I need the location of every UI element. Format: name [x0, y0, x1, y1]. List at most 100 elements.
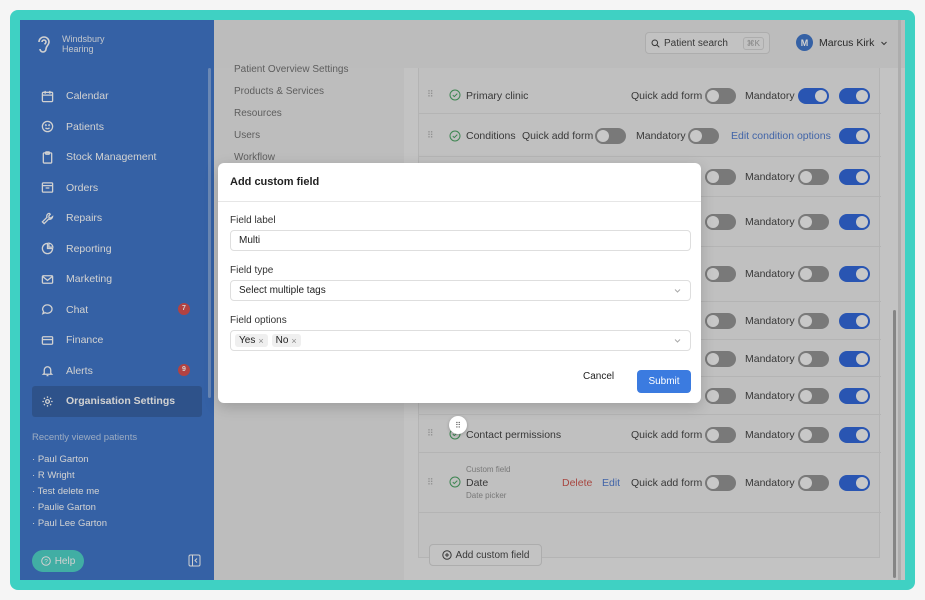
- submit-button[interactable]: Submit: [637, 370, 691, 393]
- help-label: Help: [54, 555, 76, 567]
- quick-add-form-toggle[interactable]: [705, 351, 736, 367]
- plus-circle-icon: [441, 550, 452, 560]
- quick-add-form-toggle[interactable]: [705, 169, 736, 185]
- mandatory-toggle[interactable]: [688, 128, 719, 144]
- enabled-toggle[interactable]: [839, 313, 870, 329]
- recent-patient-link[interactable]: · Test delete me: [32, 484, 107, 500]
- sidebar-item-alerts[interactable]: Alerts 9: [32, 356, 202, 387]
- sidebar-item-stock-management[interactable]: Stock Management: [32, 142, 202, 173]
- mandatory-toggle[interactable]: [798, 351, 829, 367]
- brand-name: Windsbury Hearing: [62, 34, 105, 54]
- mandatory-toggle[interactable]: [798, 427, 829, 443]
- field-name: Date: [466, 477, 489, 489]
- sidebar-scrollbar[interactable]: [208, 68, 211, 398]
- sidebar-item-chat[interactable]: Chat 7: [32, 295, 202, 326]
- enabled-toggle[interactable]: [839, 169, 870, 185]
- sidebar-item-finance[interactable]: Finance: [32, 325, 202, 356]
- enabled-toggle[interactable]: [839, 128, 870, 144]
- sidebar-item-marketing[interactable]: Marketing: [32, 264, 202, 295]
- sidebar-item-reporting[interactable]: Reporting: [32, 234, 202, 265]
- check-circle-icon: [449, 476, 461, 488]
- page-scrollbar[interactable]: [893, 310, 896, 578]
- edit-field-link[interactable]: Edit: [602, 477, 620, 489]
- recent-patient-name: Paul Lee Garton: [37, 518, 107, 529]
- delete-field-link[interactable]: Delete: [562, 477, 592, 489]
- edit-condition-options-link[interactable]: Edit condition options: [731, 130, 831, 142]
- enabled-toggle[interactable]: [839, 214, 870, 230]
- collapse-sidebar-icon[interactable]: [188, 554, 201, 567]
- quick-add-form-toggle[interactable]: [705, 88, 736, 104]
- enabled-toggle[interactable]: [839, 88, 870, 104]
- add-custom-field-button[interactable]: Add custom field: [429, 544, 542, 566]
- settings-menu-item[interactable]: Patient Overview Settings: [234, 64, 349, 75]
- field-label-label: Field label: [230, 215, 276, 226]
- recent-patient-name: Paulie Garton: [37, 502, 96, 513]
- quick-add-form-toggle[interactable]: [705, 266, 736, 282]
- pie-chart-icon: [40, 242, 54, 256]
- drag-handle-icon[interactable]: ⠿: [427, 477, 434, 488]
- quick-add-form-toggle[interactable]: [705, 427, 736, 443]
- field-type-caption: Date picker: [466, 491, 507, 500]
- field-name: Conditions: [466, 130, 516, 142]
- recent-patient-link[interactable]: · Paulie Garton: [32, 500, 107, 516]
- svg-text:?: ?: [44, 558, 48, 565]
- settings-menu-item[interactable]: Products & Services: [234, 86, 324, 97]
- enabled-toggle[interactable]: [839, 388, 870, 404]
- field-type-select[interactable]: Select multiple tags: [230, 280, 691, 301]
- brand[interactable]: Windsbury Hearing: [32, 32, 105, 56]
- mandatory-toggle[interactable]: [798, 88, 829, 104]
- settings-menu-item[interactable]: Users: [234, 130, 260, 141]
- recent-patient-link[interactable]: · Paul Garton: [32, 452, 107, 468]
- enabled-toggle[interactable]: [839, 266, 870, 282]
- quick-add-form-toggle[interactable]: [705, 313, 736, 329]
- quick-add-form-toggle[interactable]: [705, 388, 736, 404]
- mandatory-label: Mandatory: [745, 429, 795, 441]
- settings-menu-item[interactable]: Workflow: [234, 152, 275, 163]
- enabled-toggle[interactable]: [839, 427, 870, 443]
- mandatory-toggle[interactable]: [798, 388, 829, 404]
- field-options-multiselect[interactable]: Yes × No ×: [230, 330, 691, 351]
- mandatory-toggle[interactable]: [798, 214, 829, 230]
- drag-handle-grid-icon[interactable]: ⠿: [449, 416, 467, 434]
- mandatory-toggle[interactable]: [798, 169, 829, 185]
- smiley-icon: [40, 120, 54, 134]
- mandatory-toggle[interactable]: [798, 475, 829, 491]
- cancel-button[interactable]: Cancel: [583, 371, 614, 382]
- quick-add-form-toggle[interactable]: [705, 475, 736, 491]
- drag-handle-icon[interactable]: ⠿: [427, 89, 434, 100]
- sidebar-item-organisation-settings[interactable]: Organisation Settings: [32, 386, 202, 417]
- sidebar-item-label: Reporting: [66, 242, 112, 255]
- search-shortcut: ⌘K: [742, 36, 764, 50]
- remove-tag-icon[interactable]: ×: [258, 336, 263, 346]
- remove-tag-icon[interactable]: ×: [291, 336, 296, 346]
- sidebar-item-orders[interactable]: Orders: [32, 173, 202, 204]
- mandatory-toggle[interactable]: [798, 313, 829, 329]
- chevron-down-icon: [881, 41, 888, 45]
- field-label-input[interactable]: Multi: [230, 230, 691, 251]
- sidebar-item-label: Alerts: [66, 364, 93, 377]
- quick-add-form-toggle[interactable]: [595, 128, 626, 144]
- app-window: Windsbury Hearing Calendar Patients Stoc…: [20, 20, 905, 580]
- drag-handle-icon[interactable]: ⠿: [427, 130, 434, 141]
- check-circle-icon: [449, 89, 461, 101]
- enabled-toggle[interactable]: [839, 475, 870, 491]
- box-icon: [40, 181, 54, 195]
- settings-menu-item[interactable]: Resources: [234, 108, 282, 119]
- drag-handle-icon[interactable]: ⠿: [427, 428, 434, 439]
- recent-patient-link[interactable]: · Paul Lee Garton: [32, 516, 107, 532]
- mandatory-toggle[interactable]: [798, 266, 829, 282]
- sidebar-item-label: Stock Management: [66, 151, 157, 164]
- quick-add-form-toggle[interactable]: [705, 214, 736, 230]
- brand-name-line2: Hearing: [62, 44, 94, 54]
- ear-logo-icon: [38, 36, 50, 53]
- avatar: M: [796, 34, 813, 51]
- sidebar-item-repairs[interactable]: Repairs: [32, 203, 202, 234]
- sidebar-item-patients[interactable]: Patients: [32, 112, 202, 143]
- patient-search-button[interactable]: Patient search ⌘K: [645, 32, 770, 54]
- sidebar-item-calendar[interactable]: Calendar: [32, 81, 202, 112]
- recent-patient-link[interactable]: · R Wright: [32, 468, 107, 484]
- user-menu[interactable]: M Marcus Kirk: [796, 34, 888, 51]
- field-type-value: Select multiple tags: [239, 285, 326, 296]
- enabled-toggle[interactable]: [839, 351, 870, 367]
- help-button[interactable]: ? Help: [32, 550, 84, 572]
